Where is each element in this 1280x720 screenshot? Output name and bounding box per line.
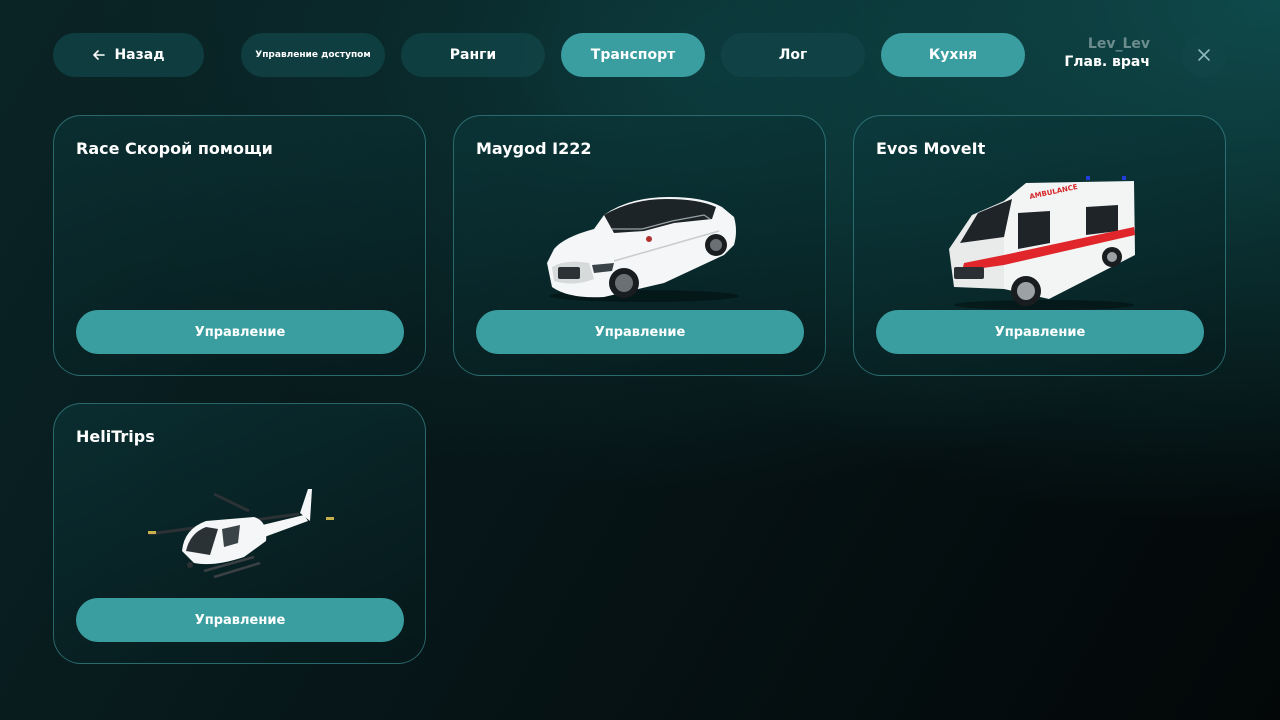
tab-kitchen[interactable]: Кухня (881, 33, 1025, 77)
sedan-image (547, 197, 739, 302)
tab-log-label: Лог (778, 47, 808, 63)
arrow-left-icon (93, 50, 106, 60)
manage-button[interactable]: Управление (476, 310, 804, 354)
vehicle-card: HeliTrips Управление (53, 403, 426, 664)
vehicle-image-empty (54, 171, 427, 311)
close-icon (1198, 49, 1210, 61)
vehicle-card: Race Скорой помощи Управление (53, 115, 426, 376)
back-button-label: Назад (114, 47, 165, 63)
user-info: Lev_Lev Глав. врач (1064, 35, 1150, 72)
manage-button-label: Управление (994, 324, 1086, 340)
manage-button[interactable]: Управление (76, 598, 404, 642)
manage-button-label: Управление (194, 324, 286, 340)
tab-access-control-label: Управление доступом (255, 50, 371, 60)
vehicle-title: Race Скорой помощи (76, 139, 273, 158)
vehicle-title: Maygod I222 (476, 139, 592, 158)
manage-button[interactable]: Управление (876, 310, 1204, 354)
vehicle-title: HeliTrips (76, 427, 155, 446)
manage-button[interactable]: Управление (76, 310, 404, 354)
tab-transport[interactable]: Транспорт (561, 33, 705, 77)
ambulance-image: AMBULANCE (949, 176, 1135, 310)
tab-kitchen-label: Кухня (928, 47, 978, 63)
tab-log[interactable]: Лог (721, 33, 865, 77)
tab-transport-label: Транспорт (590, 47, 676, 63)
user-name: Lev_Lev (1087, 36, 1150, 52)
helicopter-image (148, 489, 334, 579)
vehicle-title: Evos MoveIt (876, 139, 986, 158)
tab-ranks-label: Ранги (449, 47, 497, 63)
vehicle-card: Maygod I222 Управление (453, 115, 826, 376)
close-button[interactable] (1182, 33, 1226, 77)
tab-ranks[interactable]: Ранги (401, 33, 545, 77)
user-role: Глав. врач (1064, 54, 1150, 70)
manage-button-label: Управление (594, 324, 686, 340)
vehicle-card: Evos MoveIt AMBULANCE Управление (853, 115, 1226, 376)
tab-access-control[interactable]: Управление доступом (241, 33, 385, 77)
manage-button-label: Управление (194, 612, 286, 628)
back-button[interactable]: Назад (53, 33, 204, 77)
top-bar: Назад Управление доступом Ранги Транспор… (0, 0, 1280, 110)
